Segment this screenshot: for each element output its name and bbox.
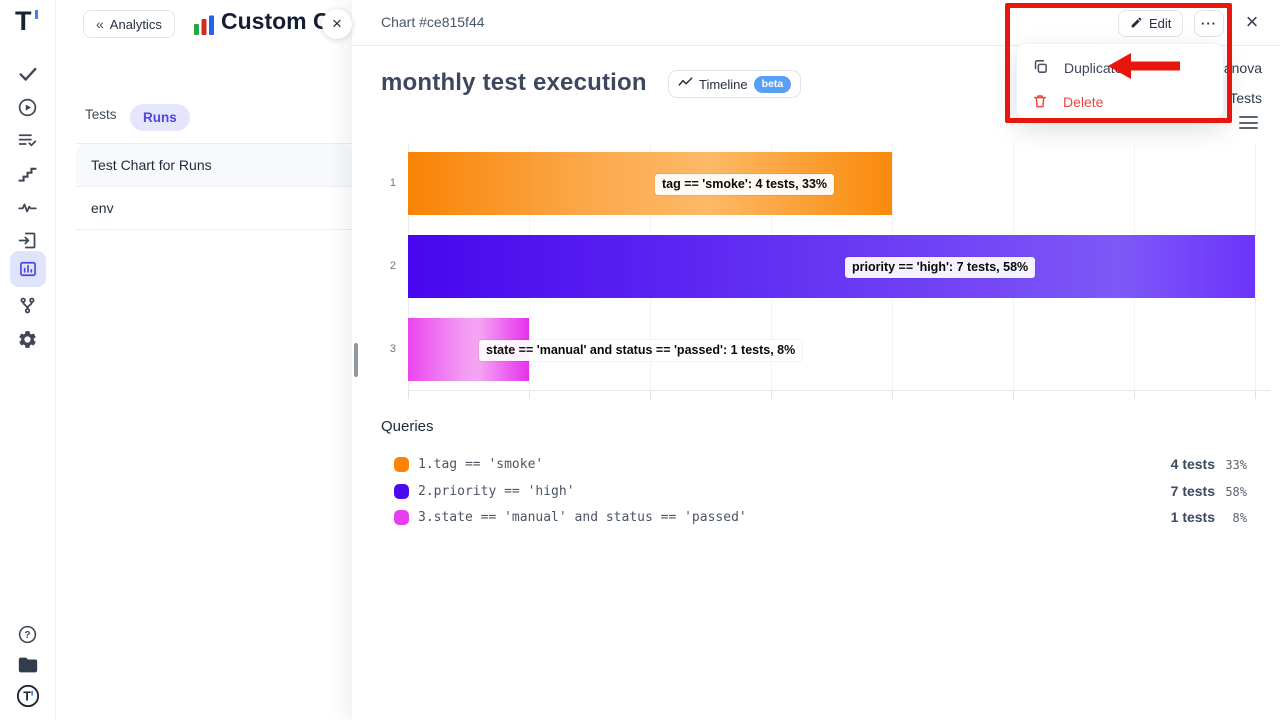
trash-icon — [1032, 93, 1048, 112]
app-root: T ? — [0, 0, 1280, 720]
partial-text-anova: anova — [1224, 60, 1262, 76]
tab-runs[interactable]: Runs — [130, 104, 190, 131]
axis-tick — [1255, 390, 1256, 399]
query-row: 3.state == 'manual' and status == 'passe… — [0, 509, 1280, 527]
category-label-3: 3 — [376, 343, 396, 355]
timeline-label: Timeline — [699, 77, 748, 92]
sidebar-rail: T ? — [0, 0, 56, 720]
beta-badge: beta — [754, 76, 792, 93]
axis-tick — [408, 390, 409, 399]
logo-accent — [35, 10, 38, 19]
bar-label-manual-passed: state == 'manual' and status == 'passed'… — [479, 340, 802, 361]
query-tests-count: 7 tests — [1171, 483, 1215, 499]
runs-play-icon[interactable] — [16, 95, 40, 119]
svg-text:T: T — [23, 690, 31, 704]
axis-tick — [529, 390, 530, 399]
menu-item-duplicate[interactable]: Duplicate — [1017, 53, 1225, 83]
trend-line-icon — [678, 76, 693, 92]
list-item-test-chart-for-runs[interactable]: Test Chart for Runs — [76, 144, 352, 187]
pulse-icon[interactable] — [16, 195, 40, 219]
account-logo-icon[interactable]: T — [16, 684, 40, 708]
analytics-bars-icon[interactable] — [10, 251, 46, 287]
more-options-button[interactable]: ··· — [1194, 10, 1224, 37]
collapse-chevrons-icon: « — [96, 16, 104, 32]
query-percentage: 58% — [1225, 485, 1247, 499]
close-icon[interactable]: × — [1238, 8, 1266, 36]
query-swatch-magenta — [394, 510, 409, 525]
query-swatch-purple — [394, 484, 409, 499]
hamburger-menu-icon[interactable] — [1239, 116, 1258, 129]
back-button-label: Analytics — [110, 17, 162, 32]
copy-icon — [1032, 58, 1049, 78]
delete-label: Delete — [1063, 94, 1103, 110]
tab-tests[interactable]: Tests — [85, 107, 117, 122]
axis-tick — [892, 390, 893, 399]
query-percentage: 33% — [1225, 458, 1247, 472]
x-axis-line — [408, 390, 1270, 391]
query-text: 1.tag == 'smoke' — [418, 457, 543, 472]
stairs-icon[interactable] — [16, 162, 40, 186]
bar-priority-high[interactable] — [408, 235, 1255, 298]
bar-chart-emoji-icon — [192, 13, 216, 42]
menu-item-delete[interactable]: Delete — [1017, 87, 1225, 117]
category-label-2: 2 — [376, 260, 396, 272]
projects-folder-icon[interactable] — [16, 653, 40, 677]
timeline-toggle-button[interactable]: Timeline beta — [668, 70, 801, 98]
queries-section-title: Queries — [381, 418, 434, 435]
plans-list-check-icon[interactable] — [16, 128, 40, 152]
query-tests-count: 4 tests — [1171, 456, 1215, 472]
query-percentage: 8% — [1233, 511, 1247, 525]
app-logo[interactable]: T — [15, 6, 32, 37]
drawer-close-button[interactable]: × — [322, 9, 352, 39]
pencil-icon — [1130, 16, 1143, 32]
tests-check-icon[interactable] — [16, 62, 40, 86]
category-label-1: 1 — [376, 177, 396, 189]
axis-tick — [650, 390, 651, 399]
svg-text:?: ? — [24, 630, 30, 641]
axis-tick — [1134, 390, 1135, 399]
help-question-icon[interactable]: ? — [16, 622, 40, 646]
branches-icon[interactable] — [16, 293, 40, 317]
chart-title: monthly test execution — [381, 69, 647, 97]
query-swatch-orange — [394, 457, 409, 472]
query-tests-count: 1 tests — [1171, 509, 1215, 525]
import-icon[interactable] — [16, 228, 40, 252]
scrollbar-thumb[interactable] — [354, 343, 358, 377]
partial-text-tests: Tests — [1229, 90, 1262, 106]
bar-label-smoke: tag == 'smoke': 4 tests, 33% — [655, 174, 834, 195]
drawer-header-title: Chart #ce815f44 — [381, 14, 485, 30]
bar-label-priority: priority == 'high': 7 tests, 58% — [845, 257, 1035, 278]
query-text: 3.state == 'manual' and status == 'passe… — [418, 510, 747, 525]
context-menu: Duplicate Delete — [1016, 43, 1224, 119]
query-text: 2.priority == 'high' — [418, 484, 575, 499]
query-row: 2.priority == 'high' 7 tests 58% — [0, 483, 1280, 501]
gridline — [1255, 143, 1256, 390]
list-item-env[interactable]: env — [76, 187, 352, 230]
settings-gear-icon[interactable] — [16, 327, 40, 351]
edit-button-label: Edit — [1149, 16, 1171, 31]
duplicate-label: Duplicate — [1064, 60, 1122, 76]
back-to-analytics-button[interactable]: « Analytics — [83, 10, 175, 38]
axis-tick — [771, 390, 772, 399]
query-row: 1.tag == 'smoke' 4 tests 33% — [0, 456, 1280, 474]
edit-button[interactable]: Edit — [1118, 10, 1183, 37]
axis-tick — [1013, 390, 1014, 399]
page-title: Custom C — [221, 8, 330, 35]
